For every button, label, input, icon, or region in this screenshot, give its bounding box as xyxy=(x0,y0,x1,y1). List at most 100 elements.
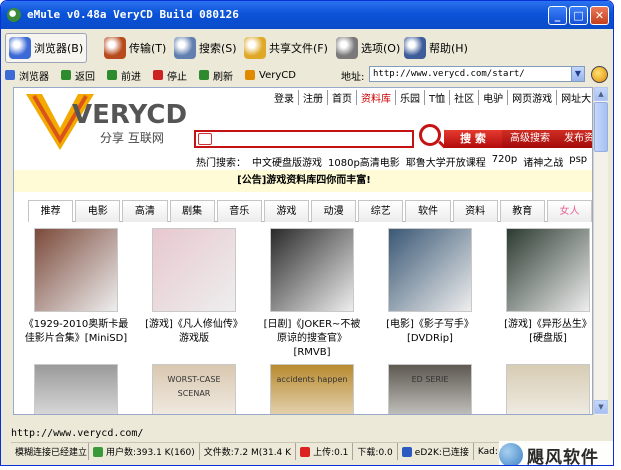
address-input[interactable]: http://www.verycd.com/start/ xyxy=(369,66,585,82)
item-caption[interactable]: [游戏]《凡人修仙传》 xyxy=(138,318,250,332)
watermark: 飓风软件 xyxy=(499,441,613,465)
category-tab[interactable]: 综艺 xyxy=(358,200,404,222)
status-connect: 模糊连接已经建立 xyxy=(11,443,89,460)
item-caption[interactable]: [游戏]《异形丛生》 xyxy=(492,318,592,332)
nav-stop[interactable]: 停止 xyxy=(153,68,187,83)
toolbar-help-button[interactable]: 帮助(H) xyxy=(401,33,468,63)
nav-refresh[interactable]: 刷新 xyxy=(199,68,233,83)
category-tab[interactable]: 电影 xyxy=(75,200,121,222)
top-link[interactable]: 首页 xyxy=(328,90,357,105)
toolbar-search-button[interactable]: 搜索(S) xyxy=(171,33,237,63)
top-link[interactable]: 注册 xyxy=(299,90,328,105)
hot-search-term[interactable]: 诸神之战 xyxy=(523,154,563,169)
category-tab[interactable]: 游戏 xyxy=(263,200,310,222)
item-caption[interactable]: 《1929-2010奥斯卡最 xyxy=(20,318,132,332)
search-button[interactable]: 搜 索 xyxy=(444,130,502,148)
hot-search-term[interactable]: 耶鲁大学开放课程 xyxy=(406,154,486,169)
top-link[interactable]: 网址大 xyxy=(557,90,592,105)
nav-verycd[interactable]: VeryCD xyxy=(245,70,296,81)
item-caption[interactable]: [电影]《影子写手》 xyxy=(374,318,486,332)
magnifier-icon[interactable] xyxy=(419,124,441,146)
hot-search-term[interactable]: 720p xyxy=(492,154,517,169)
item-thumbnail[interactable] xyxy=(152,228,236,312)
top-link[interactable]: 登录 xyxy=(270,90,299,105)
item-caption[interactable]: [DVDRip] xyxy=(374,332,486,346)
emule-app-icon xyxy=(7,8,21,22)
top-link[interactable]: 社区 xyxy=(450,90,480,105)
toolbar-shared-files-button[interactable]: 共享文件(F) xyxy=(241,33,328,63)
title-bar[interactable]: eMule v0.48a VeryCD Build 080126 _ □ ✕ xyxy=(1,1,613,29)
status-files: 文件数:7.2 M(31.4 K xyxy=(200,443,297,460)
toolbar-browser-button[interactable]: 浏览器(B) xyxy=(5,33,87,63)
item-thumbnail[interactable] xyxy=(270,228,354,312)
vertical-scrollbar[interactable]: ▲ ▼ xyxy=(593,87,608,415)
scroll-up-icon[interactable]: ▲ xyxy=(594,87,608,101)
nav-browser[interactable]: 浏览器 xyxy=(5,68,49,83)
back-arrow-icon xyxy=(61,70,71,80)
category-tab[interactable]: 软件 xyxy=(405,200,451,222)
category-tab[interactable]: 音乐 xyxy=(216,200,262,222)
top-link[interactable]: T恤 xyxy=(425,90,451,105)
item-thumbnail[interactable]: ED SERIE xyxy=(388,364,472,414)
advanced-search-link[interactable]: 高级搜索 xyxy=(502,130,556,148)
featured-item[interactable]: 《1929-2010奥斯卡最 佳影片合集》[MiniSD] xyxy=(20,228,132,346)
search-input[interactable] xyxy=(194,130,414,148)
nav-forward[interactable]: 前进 xyxy=(107,68,141,83)
featured-item[interactable]: [日剧]《JOKER~不被 原谅的搜查官》 [RMVB] xyxy=(256,228,368,360)
top-link[interactable]: 电驴 xyxy=(479,90,509,105)
publish-link[interactable]: 发布资源 xyxy=(556,130,592,148)
category-tab[interactable]: 高清 xyxy=(122,200,168,222)
scroll-thumb[interactable] xyxy=(594,102,608,152)
stop-icon xyxy=(153,70,163,80)
hot-search-term[interactable]: 1080p高清电影 xyxy=(328,154,400,169)
featured-item[interactable]: [游戏]《异形丛生》 [硬盘版] xyxy=(492,228,592,346)
item-caption[interactable]: [硬盘版] xyxy=(492,332,592,346)
minimize-button[interactable]: _ xyxy=(548,6,567,25)
item-thumbnail[interactable] xyxy=(388,228,472,312)
item-caption[interactable]: [日剧]《JOKER~不被 xyxy=(256,318,368,332)
close-button[interactable]: ✕ xyxy=(590,6,609,25)
toolbar-options-button[interactable]: 选项(O) xyxy=(333,33,400,63)
category-tab[interactable]: 教育 xyxy=(499,200,545,222)
category-tab[interactable]: 推荐 xyxy=(28,200,74,222)
category-tab[interactable]: 剧集 xyxy=(169,200,215,222)
item-caption[interactable]: 原谅的搜查官》 xyxy=(256,332,368,346)
top-link[interactable]: 乐园 xyxy=(396,90,425,105)
announcement-bar[interactable]: [公告]游戏资料库四你而丰富! xyxy=(14,170,592,192)
category-tab[interactable]: 动漫 xyxy=(311,200,357,222)
item-thumbnail[interactable] xyxy=(506,364,590,414)
item-thumbnail[interactable] xyxy=(34,364,118,414)
hot-search-term[interactable]: 中文硬盘版游戏 xyxy=(252,154,322,169)
nav-back[interactable]: 返回 xyxy=(61,68,95,83)
item-thumbnail[interactable] xyxy=(506,228,590,312)
featured-item[interactable] xyxy=(492,364,592,414)
go-icon[interactable] xyxy=(591,66,608,83)
featured-item[interactable]: WORST-CASE SCENAR xyxy=(138,364,250,414)
featured-item[interactable]: [游戏]《凡人修仙传》 游戏版 xyxy=(138,228,250,346)
featured-item[interactable]: ED SERIE xyxy=(374,364,486,414)
emule-window: eMule v0.48a VeryCD Build 080126 _ □ ✕ 浏… xyxy=(0,0,614,466)
featured-item[interactable]: [电影]《影子写手》 [DVDRip] xyxy=(374,228,486,346)
item-caption[interactable]: 佳影片合集》[MiniSD] xyxy=(20,332,132,346)
scroll-down-icon[interactable]: ▼ xyxy=(594,400,608,414)
toolbar-help-label: 帮助(H) xyxy=(429,42,468,55)
chevron-down-icon[interactable]: ▼ xyxy=(571,67,584,81)
top-link[interactable]: 网页游戏 xyxy=(508,90,558,105)
item-thumbnail[interactable]: accidents happen xyxy=(270,364,354,414)
address-label: 地址: xyxy=(341,72,365,83)
item-caption[interactable]: 游戏版 xyxy=(138,332,250,346)
hot-search-term[interactable]: psp xyxy=(569,154,587,169)
status-connect-text: 模糊连接已经建立 xyxy=(15,448,88,458)
featured-item[interactable] xyxy=(20,364,132,414)
status-ed2k: eD2K:已连接 xyxy=(398,443,474,460)
window-title: eMule v0.48a VeryCD Build 080126 xyxy=(27,8,239,21)
featured-item[interactable]: accidents happen xyxy=(256,364,368,414)
item-thumbnail[interactable] xyxy=(34,228,118,312)
toolbar-transfer-button[interactable]: 传输(T) xyxy=(101,33,166,63)
category-tab[interactable]: 女人 xyxy=(546,200,592,222)
category-tab[interactable]: 资料 xyxy=(452,200,498,222)
maximize-button[interactable]: □ xyxy=(569,6,588,25)
item-thumbnail[interactable]: WORST-CASE SCENAR xyxy=(152,364,236,414)
item-caption[interactable]: [RMVB] xyxy=(256,346,368,360)
top-link[interactable]: 资料库 xyxy=(357,90,396,105)
